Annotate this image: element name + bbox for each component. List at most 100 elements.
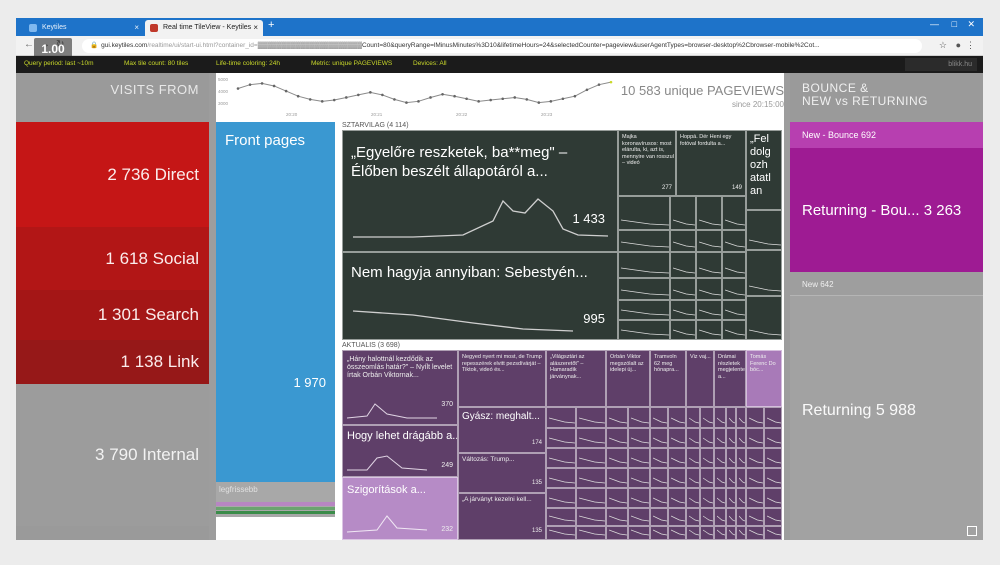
small-article-tile[interactable] [650,448,668,468]
small-article-tile[interactable] [746,448,764,468]
small-article-tile[interactable] [700,488,714,508]
small-article-tile[interactable] [700,508,714,526]
small-article-tile[interactable] [722,320,746,340]
small-article-tile[interactable] [628,428,650,448]
small-article-tile[interactable] [546,428,576,448]
small-article-tile[interactable] [576,526,606,540]
small-article-tile[interactable] [736,488,746,508]
small-article-tile[interactable] [700,448,714,468]
small-article-tile[interactable] [670,278,696,300]
close-tab-icon[interactable]: × [253,20,258,36]
metric[interactable]: Metric: unique PAGEVIEWS [311,60,392,67]
small-article-tile[interactable] [700,407,714,428]
small-article-tile[interactable] [736,448,746,468]
small-article-tile[interactable] [686,448,700,468]
article-tile[interactable]: „Világsztári az alászeretőt" – Hamaradik… [546,350,606,407]
article-tile[interactable]: Hoppá. Dér Heni egy fotóval fordulta a..… [676,130,746,196]
small-article-tile[interactable] [746,296,782,340]
small-article-tile[interactable] [546,508,576,526]
small-article-tile[interactable] [668,428,686,448]
small-article-tile[interactable] [686,526,700,540]
visit-source-search[interactable]: 1 301 Search [16,290,209,340]
small-article-tile[interactable] [546,488,576,508]
tile-legfrissebb[interactable]: legfrissebb [216,482,335,517]
small-article-tile[interactable] [618,196,670,230]
small-article-tile[interactable] [746,488,764,508]
small-article-tile[interactable] [576,488,606,508]
visit-source-link[interactable]: 1 138 Link [16,340,209,384]
minimize-icon[interactable]: — [930,19,939,29]
new-tab-button[interactable]: + [268,19,274,31]
small-article-tile[interactable] [686,468,700,488]
devices[interactable]: Devices: All [413,60,447,67]
small-article-tile[interactable] [722,252,746,278]
small-article-tile[interactable] [726,448,736,468]
small-article-tile[interactable] [668,488,686,508]
visit-source-direct[interactable]: 2 736 Direct [16,122,209,227]
small-article-tile[interactable] [606,407,628,428]
article-tile[interactable]: „Fel dolg ozh atatl an [746,130,782,210]
visit-source-internal[interactable]: 3 790 Internal [16,384,209,526]
visit-source-social[interactable]: 1 618 Social [16,227,209,290]
small-article-tile[interactable] [714,488,726,508]
article-tile[interactable]: Tramvoln 62 meg hónapra... [650,350,686,407]
small-article-tile[interactable] [670,230,696,252]
close-window-icon[interactable]: ✕ [967,19,975,30]
article-tile[interactable]: Hogy lehet drágább a... 249 [342,425,458,477]
star-icon[interactable]: ☆ [939,40,947,51]
small-article-tile[interactable] [736,468,746,488]
article-tile[interactable]: „Hány halottnál kezdődik az összeomlás h… [342,350,458,425]
small-article-tile[interactable] [650,428,668,448]
back-icon[interactable]: ← [24,39,34,50]
small-article-tile[interactable] [714,407,726,428]
fullscreen-icon[interactable] [967,526,977,536]
small-article-tile[interactable] [696,300,722,320]
small-article-tile[interactable] [650,526,668,540]
small-article-tile[interactable] [668,526,686,540]
small-article-tile[interactable] [668,508,686,526]
small-article-tile[interactable] [722,300,746,320]
small-article-tile[interactable] [686,428,700,448]
small-article-tile[interactable] [746,428,764,448]
small-article-tile[interactable] [714,428,726,448]
small-article-tile[interactable] [700,526,714,540]
small-article-tile[interactable] [722,196,746,230]
small-article-tile[interactable] [618,230,670,252]
small-article-tile[interactable] [764,526,782,540]
small-article-tile[interactable] [764,508,782,526]
small-article-tile[interactable] [576,428,606,448]
small-article-tile[interactable] [696,196,722,230]
small-article-tile[interactable] [606,468,628,488]
small-article-tile[interactable] [746,468,764,488]
small-article-tile[interactable] [628,407,650,428]
tab-realtime[interactable]: Real time TileView - Keytiles × [145,20,263,36]
small-article-tile[interactable] [700,468,714,488]
small-article-tile[interactable] [668,407,686,428]
article-tile[interactable]: Majka koronavírusos: most elárulta, ki, … [618,130,676,196]
small-article-tile[interactable] [670,300,696,320]
small-article-tile[interactable] [546,407,576,428]
article-tile[interactable]: Tomás Ferenc Do bóc... [746,350,782,407]
small-article-tile[interactable] [618,278,670,300]
small-article-tile[interactable] [736,428,746,448]
small-article-tile[interactable] [670,320,696,340]
small-article-tile[interactable] [726,407,736,428]
close-tab-icon[interactable]: × [134,20,139,36]
small-article-tile[interactable] [546,468,576,488]
max-tiles[interactable]: Max tile count: 80 tiles [124,60,188,67]
small-article-tile[interactable] [546,448,576,468]
small-article-tile[interactable] [606,448,628,468]
small-article-tile[interactable] [606,508,628,526]
small-article-tile[interactable] [650,407,668,428]
small-article-tile[interactable] [576,468,606,488]
bounce-returning[interactable]: Returning 5 988 [790,296,983,540]
small-article-tile[interactable] [714,526,726,540]
article-tile[interactable]: Negyed nyert mi most, de Trump repesszér… [458,350,546,407]
small-article-tile[interactable] [726,428,736,448]
small-article-tile[interactable] [726,468,736,488]
small-article-tile[interactable] [746,407,764,428]
small-article-tile[interactable] [722,230,746,252]
small-article-tile[interactable] [714,508,726,526]
small-article-tile[interactable] [764,488,782,508]
small-article-tile[interactable] [650,468,668,488]
